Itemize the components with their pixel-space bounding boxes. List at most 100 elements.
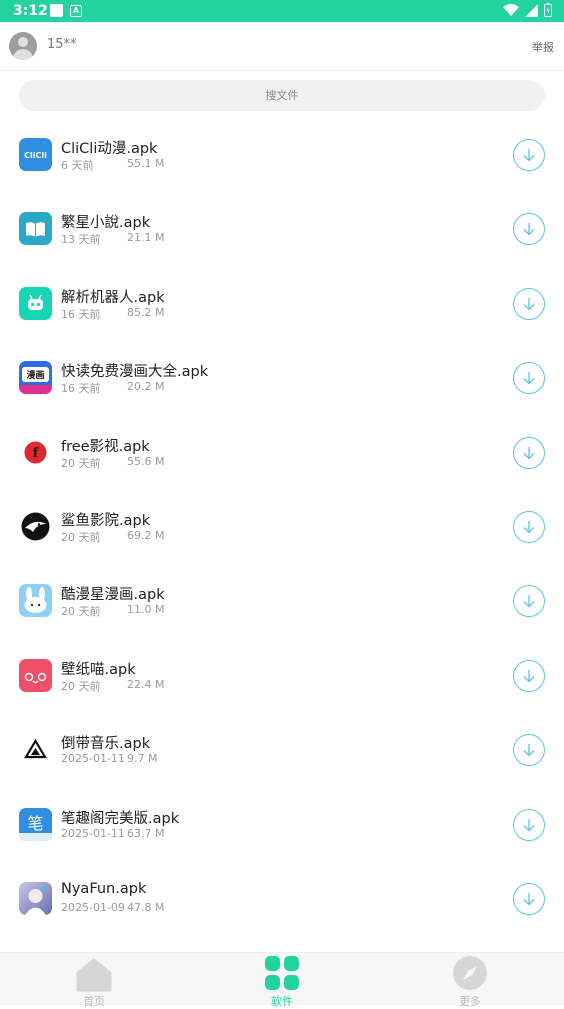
clicli-icon: CliCli	[19, 138, 52, 171]
signal-icon	[525, 3, 538, 17]
download-arrow-icon	[523, 520, 535, 534]
pen-char-icon: 笔	[19, 807, 52, 841]
home-icon	[76, 958, 112, 992]
download-arrow-icon	[523, 149, 535, 162]
file-size: 63.7 M	[127, 826, 165, 840]
rewind-triangle-icon	[19, 733, 52, 767]
file-row[interactable]: f free影视.apk 20 天前 55.6 M	[0, 414, 564, 488]
file-name: 快读免费漫画大全.apk	[61, 364, 209, 381]
download-arrow-icon	[523, 372, 535, 385]
manga-icon: 漫画	[19, 361, 52, 395]
file-date: 20 天前	[61, 605, 101, 619]
file-date: 2025-01-09	[61, 900, 125, 914]
file-size: 55.1 M	[127, 157, 165, 170]
file-meta: 16 天前 20.2 M	[61, 380, 164, 396]
tab-home-label: 首页	[83, 995, 105, 1008]
download-button[interactable]	[513, 436, 545, 469]
apps-grid-icon	[265, 956, 299, 990]
file-meta: 20 天前 69.2 M	[61, 529, 164, 545]
file-row[interactable]: CliCli CliCli动漫.apk 6 天前 55.1 M	[0, 116, 564, 190]
file-meta: 2025-01-11 63.7 M	[61, 826, 164, 840]
tab-more-label: 更多	[459, 995, 481, 1008]
file-date: 16 天前	[61, 382, 101, 396]
file-meta: 6 天前 55.1 M	[61, 157, 164, 173]
file-name: NyaFun.apk	[61, 880, 147, 897]
file-meta: 13 天前 21.1 M	[61, 231, 164, 247]
file-row[interactable]: 笔 笔趣阁完美版.apk 2025-01-11 63.7 M	[0, 786, 564, 860]
compass-icon	[453, 956, 487, 990]
free-film-icon: f	[19, 435, 52, 469]
download-arrow-icon	[523, 446, 535, 459]
download-button[interactable]	[513, 734, 545, 767]
download-button[interactable]	[513, 659, 545, 692]
file-name: 笔趣阁完美版.apk	[61, 810, 180, 827]
username: 15**	[47, 37, 77, 52]
file-date: 20 天前	[61, 530, 101, 544]
download-button[interactable]	[513, 510, 545, 543]
search-input[interactable]: 搜文件	[19, 80, 545, 111]
file-row[interactable]: NyaFun.apk 2025-01-09 47.8 M	[0, 860, 564, 934]
file-row[interactable]: 漫画 快读免费漫画大全.apk 16 天前 20.2 M	[0, 339, 564, 413]
notification-icon	[50, 4, 63, 17]
download-button[interactable]	[513, 808, 545, 841]
file-name: 壁纸喵.apk	[61, 661, 136, 678]
file-name: 酷漫星漫画.apk	[61, 587, 165, 604]
download-arrow-icon	[523, 818, 535, 831]
file-row[interactable]: 酷漫星漫画.apk 20 天前 11.0 M	[0, 562, 564, 636]
file-size: 9.7 M	[127, 752, 158, 766]
file-date: 2025-01-11	[61, 826, 125, 840]
wifi-icon	[503, 3, 519, 16]
file-row[interactable]: 繁星小說.apk 13 天前 21.1 M	[0, 190, 564, 264]
cat-face-icon	[19, 658, 52, 692]
anime-girl-icon	[19, 881, 52, 915]
file-size: 21.1 M	[127, 231, 165, 245]
file-row[interactable]: 鲨鱼影院.apk 20 天前 69.2 M	[0, 488, 564, 562]
file-meta: 20 天前 22.4 M	[61, 678, 164, 694]
avatar[interactable]	[9, 32, 37, 60]
file-row[interactable]: 倒带音乐.apk 2025-01-11 9.7 M	[0, 711, 564, 785]
file-size: 69.2 M	[127, 528, 165, 542]
download-arrow-icon	[523, 223, 535, 236]
download-button[interactable]	[513, 882, 545, 915]
download-arrow-icon	[523, 744, 535, 757]
file-row[interactable]: 壁纸喵.apk 20 天前 22.4 M	[0, 637, 564, 711]
robot-icon	[19, 286, 52, 320]
file-size: 22.4 M	[127, 677, 165, 691]
battery-icon	[544, 3, 552, 17]
download-button[interactable]	[513, 362, 545, 395]
tab-apps[interactable]: 软件	[242, 953, 322, 1008]
status-time: 3:12	[13, 3, 48, 19]
download-button[interactable]	[513, 139, 545, 171]
download-arrow-icon	[523, 669, 535, 683]
download-arrow-icon	[523, 892, 535, 906]
file-name: 鲨鱼影院.apk	[61, 512, 151, 529]
file-date: 20 天前	[61, 679, 101, 693]
file-size: 55.6 M	[127, 454, 165, 468]
file-name: free影视.apk	[61, 438, 150, 455]
file-name: 倒带音乐.apk	[61, 736, 151, 753]
download-button[interactable]	[513, 213, 545, 246]
file-date: 16 天前	[61, 307, 101, 321]
file-size: 47.8 M	[127, 900, 165, 914]
file-meta: 20 天前 11.0 M	[61, 603, 164, 619]
download-arrow-icon	[523, 297, 535, 311]
file-meta: 20 天前 55.6 M	[61, 455, 164, 471]
file-name: 繁星小說.apk	[61, 215, 151, 232]
file-meta: 2025-01-11 9.7 M	[61, 752, 157, 766]
status-bar: 3:12 A	[0, 0, 564, 22]
svg-text:笔: 笔	[27, 814, 43, 833]
file-row[interactable]: 解析机器人.apk 16 天前 85.2 M	[0, 265, 564, 339]
rabbit-icon	[19, 584, 52, 618]
tab-home[interactable]: 首页	[54, 953, 134, 1008]
download-button[interactable]	[513, 585, 545, 618]
svg-text:漫画: 漫画	[26, 369, 44, 381]
book-icon	[19, 212, 52, 246]
shark-icon	[19, 509, 52, 543]
tab-more[interactable]: 更多	[430, 953, 510, 1008]
download-button[interactable]	[513, 287, 545, 320]
file-date: 2025-01-11	[61, 752, 125, 766]
file-size: 85.2 M	[127, 305, 165, 319]
report-button[interactable]: 举报	[532, 39, 554, 55]
file-meta: 16 天前 85.2 M	[61, 306, 164, 322]
download-arrow-icon	[523, 595, 535, 608]
